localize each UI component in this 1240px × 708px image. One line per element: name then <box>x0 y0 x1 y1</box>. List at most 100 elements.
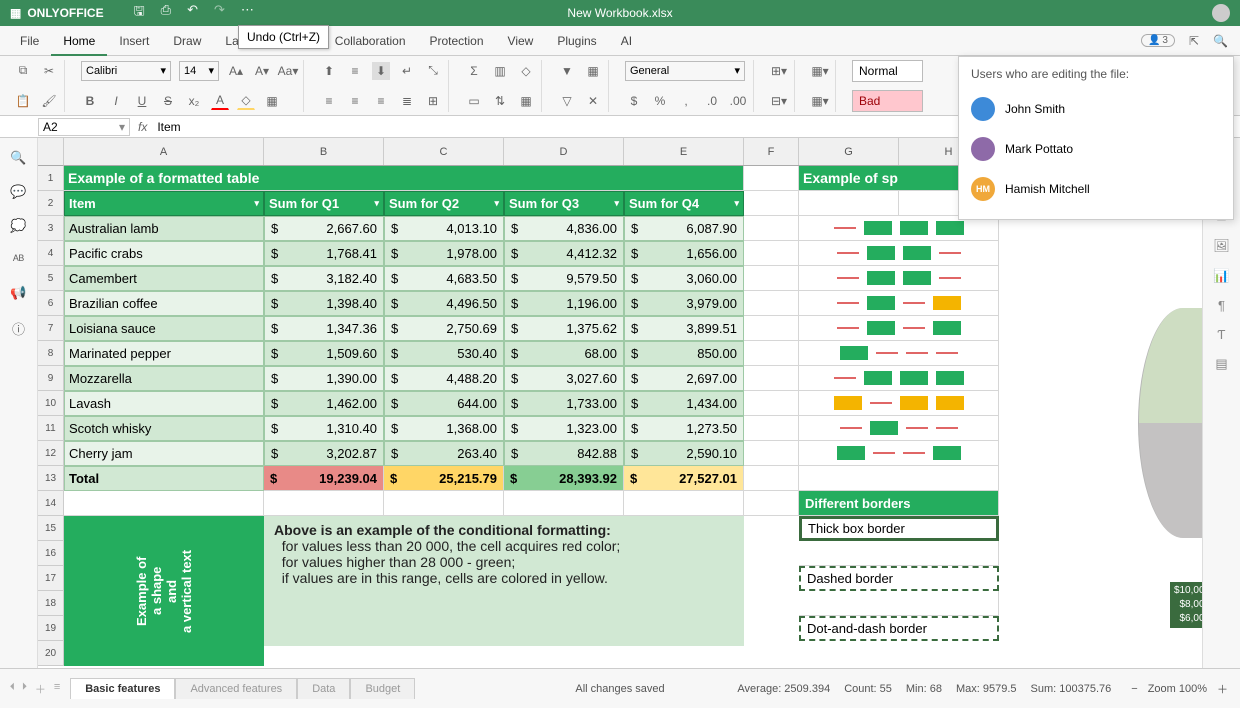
cell[interactable]: $1,462.00 <box>264 391 384 416</box>
tab-protection[interactable]: Protection <box>418 26 496 56</box>
cell[interactable] <box>744 491 799 516</box>
row-header[interactable]: 13 <box>38 466 63 491</box>
column-header[interactable]: D <box>504 138 624 165</box>
cell[interactable]: Brazilian coffee <box>64 291 264 316</box>
row-header[interactable]: 8 <box>38 341 63 366</box>
cell[interactable]: $28,393.92 <box>504 466 624 491</box>
decrease-decimal-icon[interactable]: .0 <box>703 92 721 110</box>
cell[interactable] <box>744 366 799 391</box>
row-header[interactable]: 16 <box>38 541 63 566</box>
cell[interactable]: $1,733.00 <box>504 391 624 416</box>
cut-icon[interactable]: ✂ <box>40 62 58 80</box>
sheet-list-icon[interactable]: ≡ <box>54 681 60 697</box>
row-header[interactable]: 10 <box>38 391 63 416</box>
paragraph-settings-icon[interactable]: ¶ <box>1218 298 1225 313</box>
row-header[interactable]: 18 <box>38 591 63 616</box>
pivot-settings-icon[interactable]: ▤ <box>1215 356 1227 372</box>
underline-button[interactable]: U <box>133 92 151 110</box>
find-icon[interactable]: 🔍 <box>10 150 26 166</box>
cond-format-icon[interactable]: ▦ <box>517 92 535 110</box>
cell[interactable]: $9,579.50 <box>504 266 624 291</box>
cell[interactable]: $1,310.40 <box>264 416 384 441</box>
align-left-icon[interactable]: ≡ <box>320 92 338 110</box>
open-location-icon[interactable]: ⇱ <box>1189 34 1199 48</box>
remove-filter-icon[interactable]: ✕ <box>584 92 602 110</box>
tab-insert[interactable]: Insert <box>107 26 161 56</box>
bold-button[interactable]: B <box>81 92 99 110</box>
cell[interactable]: $263.40 <box>384 441 504 466</box>
fill-color-icon[interactable]: ◇ <box>237 92 255 110</box>
cell[interactable]: $3,979.00 <box>624 291 744 316</box>
cell[interactable]: $1,368.00 <box>384 416 504 441</box>
sheet-tab[interactable]: Data <box>297 678 350 699</box>
cell[interactable]: Sum for Q2▾ <box>384 191 504 216</box>
row-header[interactable]: 3 <box>38 216 63 241</box>
row-header[interactable]: 12 <box>38 441 63 466</box>
cell[interactable] <box>799 291 999 316</box>
currency-icon[interactable]: $ <box>625 92 643 110</box>
cell[interactable]: Sum for Q4▾ <box>624 191 744 216</box>
cell[interactable]: Dot-and-dash border <box>799 616 999 641</box>
copy-icon[interactable]: ⧉ <box>14 62 32 80</box>
more-icon[interactable]: ⋯ <box>241 2 254 24</box>
insert-cells-icon[interactable]: ⊞▾ <box>770 62 788 80</box>
cell[interactable]: Sum for Q3▾ <box>504 191 624 216</box>
cell[interactable]: $1,509.60 <box>264 341 384 366</box>
sheet-add-icon[interactable]: ＋ <box>35 681 46 697</box>
cell[interactable]: $2,667.60 <box>264 216 384 241</box>
zoom-in-icon[interactable]: ＋ <box>1217 681 1228 697</box>
cell[interactable] <box>799 266 999 291</box>
select-all-corner[interactable] <box>38 138 64 166</box>
font-color-icon[interactable]: A <box>211 92 229 110</box>
cell[interactable] <box>384 491 504 516</box>
chat-icon[interactable]: 💭 <box>10 218 26 234</box>
cell[interactable] <box>744 291 799 316</box>
cell[interactable]: $1,398.40 <box>264 291 384 316</box>
cell[interactable]: Marinated pepper <box>64 341 264 366</box>
cell[interactable]: Thick box border <box>799 516 999 541</box>
named-ranges-icon[interactable]: ▭ <box>465 92 483 110</box>
cell[interactable] <box>744 391 799 416</box>
cell[interactable] <box>64 491 264 516</box>
comments-icon[interactable]: 💬 <box>10 184 26 200</box>
cell[interactable] <box>799 366 999 391</box>
cell[interactable]: Example of a formatted table <box>64 166 744 191</box>
tab-file[interactable]: File <box>8 26 51 56</box>
about-icon[interactable]: ⓘ <box>12 319 25 338</box>
wrap-text-icon[interactable]: ↵ <box>398 62 416 80</box>
sheet-tab[interactable]: Basic features <box>70 678 175 699</box>
cell[interactable] <box>799 391 999 416</box>
cell[interactable]: $68.00 <box>504 341 624 366</box>
cell[interactable]: $19,239.04 <box>264 466 384 491</box>
cell[interactable]: Total <box>64 466 264 491</box>
cell[interactable]: Cherry jam <box>64 441 264 466</box>
filter-icon[interactable]: ▼ <box>558 62 576 80</box>
cell[interactable] <box>799 441 999 466</box>
cell[interactable]: $850.00 <box>624 341 744 366</box>
current-user-avatar[interactable] <box>1212 4 1230 22</box>
cell[interactable]: $3,202.87 <box>264 441 384 466</box>
redo-icon[interactable]: ↷ <box>214 2 225 24</box>
column-header[interactable]: C <box>384 138 504 165</box>
column-header[interactable]: F <box>744 138 799 165</box>
merge-icon[interactable]: ⊞ <box>424 92 442 110</box>
cell[interactable]: $27,527.01 <box>624 466 744 491</box>
cell[interactable]: $1,323.00 <box>504 416 624 441</box>
orientation-icon[interactable]: ⤡ <box>424 62 442 80</box>
row-header[interactable]: 17 <box>38 566 63 591</box>
column-header[interactable]: G <box>799 138 899 165</box>
feedback-icon[interactable]: 📢 <box>10 285 26 301</box>
cell[interactable] <box>744 416 799 441</box>
cell[interactable]: Lavash <box>64 391 264 416</box>
cell[interactable] <box>744 166 799 191</box>
align-bottom-icon[interactable]: ⬇ <box>372 62 390 80</box>
fx-icon[interactable]: fx <box>132 120 153 134</box>
row-header[interactable]: 6 <box>38 291 63 316</box>
cell[interactable]: $3,899.51 <box>624 316 744 341</box>
sheet-tab[interactable]: Budget <box>350 678 415 699</box>
undo-icon[interactable]: ↶ <box>187 2 198 24</box>
cell[interactable] <box>799 466 999 491</box>
name-box[interactable]: A2▾ <box>38 118 130 136</box>
cell[interactable] <box>799 416 999 441</box>
font-name-select[interactable]: Calibri▾ <box>81 61 171 81</box>
